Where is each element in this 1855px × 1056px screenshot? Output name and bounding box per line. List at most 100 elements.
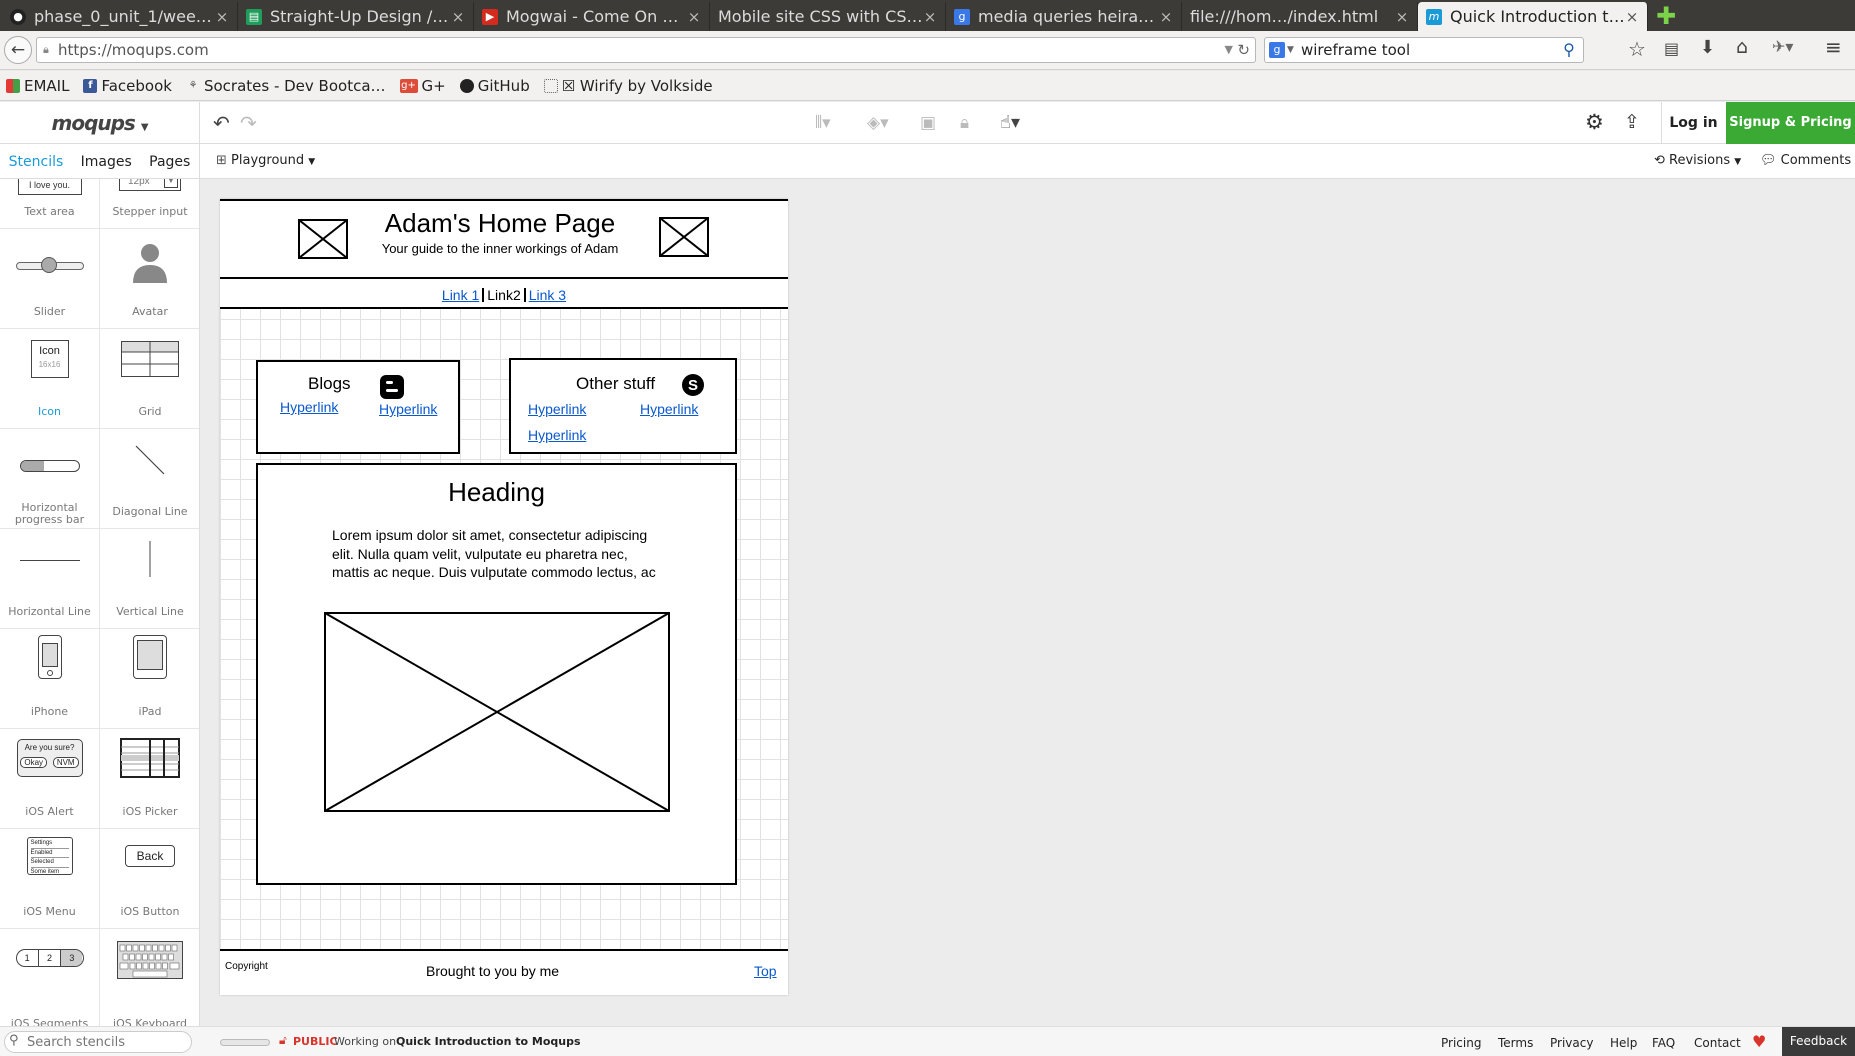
- stencil-ipad[interactable]: iPad: [100, 629, 199, 729]
- content-heading[interactable]: Heading: [258, 477, 735, 508]
- footer-link-terms[interactable]: Terms: [1498, 1036, 1533, 1050]
- footer-link-pricing[interactable]: Pricing: [1441, 1036, 1481, 1050]
- stencil-ios-picker[interactable]: iOS Picker: [100, 729, 199, 829]
- stencil-diagonal-line[interactable]: Diagonal Line: [100, 429, 199, 529]
- bookmark-github[interactable]: GitHub: [459, 77, 530, 95]
- dropdown-icon[interactable]: ▼: [1225, 38, 1233, 62]
- other-hyperlink-2[interactable]: Hyperlink: [640, 401, 698, 417]
- browser-tab-github[interactable]: ● phase_0_unit_1/wee… ×: [2, 2, 238, 31]
- bookmark-socrates[interactable]: ⚘ Socrates - Dev Bootca…: [186, 77, 385, 95]
- stencil-stepper-input[interactable]: 12px ▼ Stepper input: [100, 179, 199, 229]
- zoom-slider[interactable]: [220, 1039, 270, 1046]
- back-button[interactable]: ←: [4, 36, 32, 64]
- bookmark-wirify[interactable]: ☒ Wirify by Volkside: [543, 77, 713, 95]
- stencil-ios-alert[interactable]: Are you sure? Okay NVM iOS Alert: [0, 729, 100, 829]
- footer-link-help[interactable]: Help: [1610, 1036, 1637, 1050]
- wireframe-subtitle[interactable]: Your guide to the inner workings of Adam: [330, 241, 670, 256]
- tab-stencils[interactable]: Stencils: [9, 154, 64, 170]
- lorem-paragraph[interactable]: Lorem ipsum dolor sit amet, consectetur …: [332, 526, 662, 586]
- nav-link-2[interactable]: Link2: [487, 287, 520, 303]
- browser-tab-mobile-css[interactable]: Mobile site CSS with CS… ×: [710, 2, 946, 31]
- home-icon[interactable]: ⌂: [1736, 36, 1748, 58]
- revisions-button[interactable]: ⟲ Revisions ▼: [1654, 153, 1741, 168]
- redo-icon[interactable]: ↷: [240, 111, 257, 135]
- url-bar[interactable]: 🔒︎ https://moqups.com ▼ ↻: [36, 37, 1256, 63]
- login-button[interactable]: Log in: [1661, 102, 1725, 144]
- reading-list-icon[interactable]: ▤: [1664, 39, 1679, 58]
- browser-tab-youtube[interactable]: ▶ Mogwai - Come On … ×: [474, 2, 710, 31]
- lock-icon[interactable]: 🔒︎: [960, 113, 969, 133]
- wireframe-page[interactable]: Adam's Home Page Your guide to the inner…: [220, 199, 788, 995]
- browser-tab-moqups[interactable]: m Quick Introduction t… ×: [1418, 2, 1648, 31]
- design-canvas[interactable]: Adam's Home Page Your guide to the inner…: [201, 179, 1855, 1026]
- other-hyperlink-3[interactable]: Hyperlink: [528, 427, 586, 443]
- image-placeholder-icon[interactable]: [324, 612, 670, 812]
- reload-icon[interactable]: ↻: [1237, 38, 1250, 62]
- stencil-search[interactable]: ⚲: [4, 1031, 192, 1053]
- search-icon[interactable]: ⚲: [1559, 40, 1579, 60]
- menu-icon[interactable]: ≡: [1825, 35, 1842, 59]
- close-icon[interactable]: ×: [1159, 8, 1173, 26]
- layers-icon[interactable]: ◈▾: [867, 113, 889, 133]
- blogs-box[interactable]: Blogs Hyperlink Hyperlink: [256, 360, 460, 454]
- stencil-horizontal-line[interactable]: Horizontal Line: [0, 529, 100, 629]
- close-icon[interactable]: ×: [1625, 8, 1639, 26]
- stencil-vertical-line[interactable]: Vertical Line: [100, 529, 199, 629]
- signup-button[interactable]: Signup & Pricing: [1726, 102, 1855, 144]
- stencil-avatar[interactable]: Avatar: [100, 229, 199, 329]
- bookmark-star-icon[interactable]: ☆: [1628, 37, 1646, 61]
- share-icon[interactable]: ⇪: [1624, 111, 1640, 133]
- stencil-iphone[interactable]: iPhone: [0, 629, 100, 729]
- bookmark-email[interactable]: EMAIL: [6, 77, 69, 95]
- wireframe-header[interactable]: Adam's Home Page Your guide to the inner…: [220, 199, 788, 279]
- stencil-ios-segments[interactable]: 1 2 3 iOS Segments: [0, 929, 100, 1026]
- other-hyperlink-1[interactable]: Hyperlink: [528, 401, 586, 417]
- nav-link-1[interactable]: Link 1: [442, 287, 479, 303]
- footer-link-contact[interactable]: Contact: [1694, 1036, 1741, 1050]
- align-icon[interactable]: ⫴▾: [815, 113, 831, 133]
- tab-pages[interactable]: Pages: [149, 154, 190, 170]
- footer-link-faq[interactable]: FAQ: [1652, 1036, 1675, 1050]
- browser-tab-local-file[interactable]: file:///hom…/index.html ×: [1182, 2, 1418, 31]
- moqups-logo[interactable]: moqups ▼: [0, 102, 200, 144]
- gear-icon[interactable]: ⚙: [1585, 110, 1604, 134]
- feedback-button[interactable]: Feedback: [1782, 1027, 1855, 1056]
- nav-link-3[interactable]: Link 3: [529, 287, 566, 303]
- stencil-ios-keyboard[interactable]: iOS Keyboard: [100, 929, 199, 1026]
- group-icon[interactable]: ▣: [920, 113, 936, 133]
- browser-tab-straightup[interactable]: ▤ Straight-Up Design /… ×: [238, 2, 474, 31]
- other-stuff-box[interactable]: Other stuff S Hyperlink Hyperlink Hyperl…: [509, 358, 737, 454]
- stencil-grid[interactable]: Grid: [100, 329, 199, 429]
- undo-icon[interactable]: ↶: [213, 111, 230, 135]
- wireframe-footer[interactable]: Copyright Brought to you by me Top: [220, 949, 788, 995]
- stencil-ios-button[interactable]: Back iOS Button: [100, 829, 199, 929]
- content-box[interactable]: Heading Lorem ipsum dolor sit amet, cons…: [256, 463, 737, 885]
- extension-icon[interactable]: ✈▾: [1772, 37, 1793, 56]
- new-tab-button[interactable]: ✚: [1648, 2, 1684, 31]
- footer-link-privacy[interactable]: Privacy: [1550, 1036, 1593, 1050]
- download-icon[interactable]: ⬇: [1700, 37, 1715, 58]
- stencil-icon[interactable]: Icon 16x16 Icon: [0, 329, 100, 429]
- interaction-icon[interactable]: ☝▾: [1000, 112, 1020, 133]
- tab-images[interactable]: Images: [81, 154, 132, 170]
- stencil-ios-menu[interactable]: Settings Enabled Selected Some item iOS …: [0, 829, 100, 929]
- close-icon[interactable]: ×: [451, 8, 465, 26]
- search-bar[interactable]: g ▼ wireframe tool ⚲: [1264, 37, 1584, 63]
- blogs-hyperlink-2[interactable]: Hyperlink: [379, 401, 437, 417]
- footer-top-link[interactable]: Top: [754, 963, 777, 979]
- close-icon[interactable]: ×: [215, 8, 229, 26]
- blogs-hyperlink-1[interactable]: Hyperlink: [280, 399, 338, 415]
- public-badge[interactable]: PUBLIC: [293, 1035, 338, 1048]
- stencil-horizontal-progress-bar[interactable]: Horizontal progress bar: [0, 429, 100, 529]
- bookmark-googleplus[interactable]: g+ G+: [399, 77, 446, 95]
- document-name[interactable]: Quick Introduction to Moqups: [396, 1035, 581, 1048]
- close-icon[interactable]: ×: [687, 8, 701, 26]
- browser-tab-media-queries[interactable]: g media queries heira… ×: [946, 2, 1182, 31]
- project-selector[interactable]: ⊞ Playground ▼: [216, 153, 315, 168]
- bookmark-facebook[interactable]: f Facebook: [83, 77, 172, 95]
- wireframe-title[interactable]: Adam's Home Page: [350, 208, 650, 239]
- comments-button[interactable]: 💬︎ Comments: [1760, 153, 1851, 168]
- stencil-search-input[interactable]: [27, 1033, 187, 1051]
- close-icon[interactable]: ×: [1395, 8, 1409, 26]
- close-icon[interactable]: ×: [923, 8, 937, 26]
